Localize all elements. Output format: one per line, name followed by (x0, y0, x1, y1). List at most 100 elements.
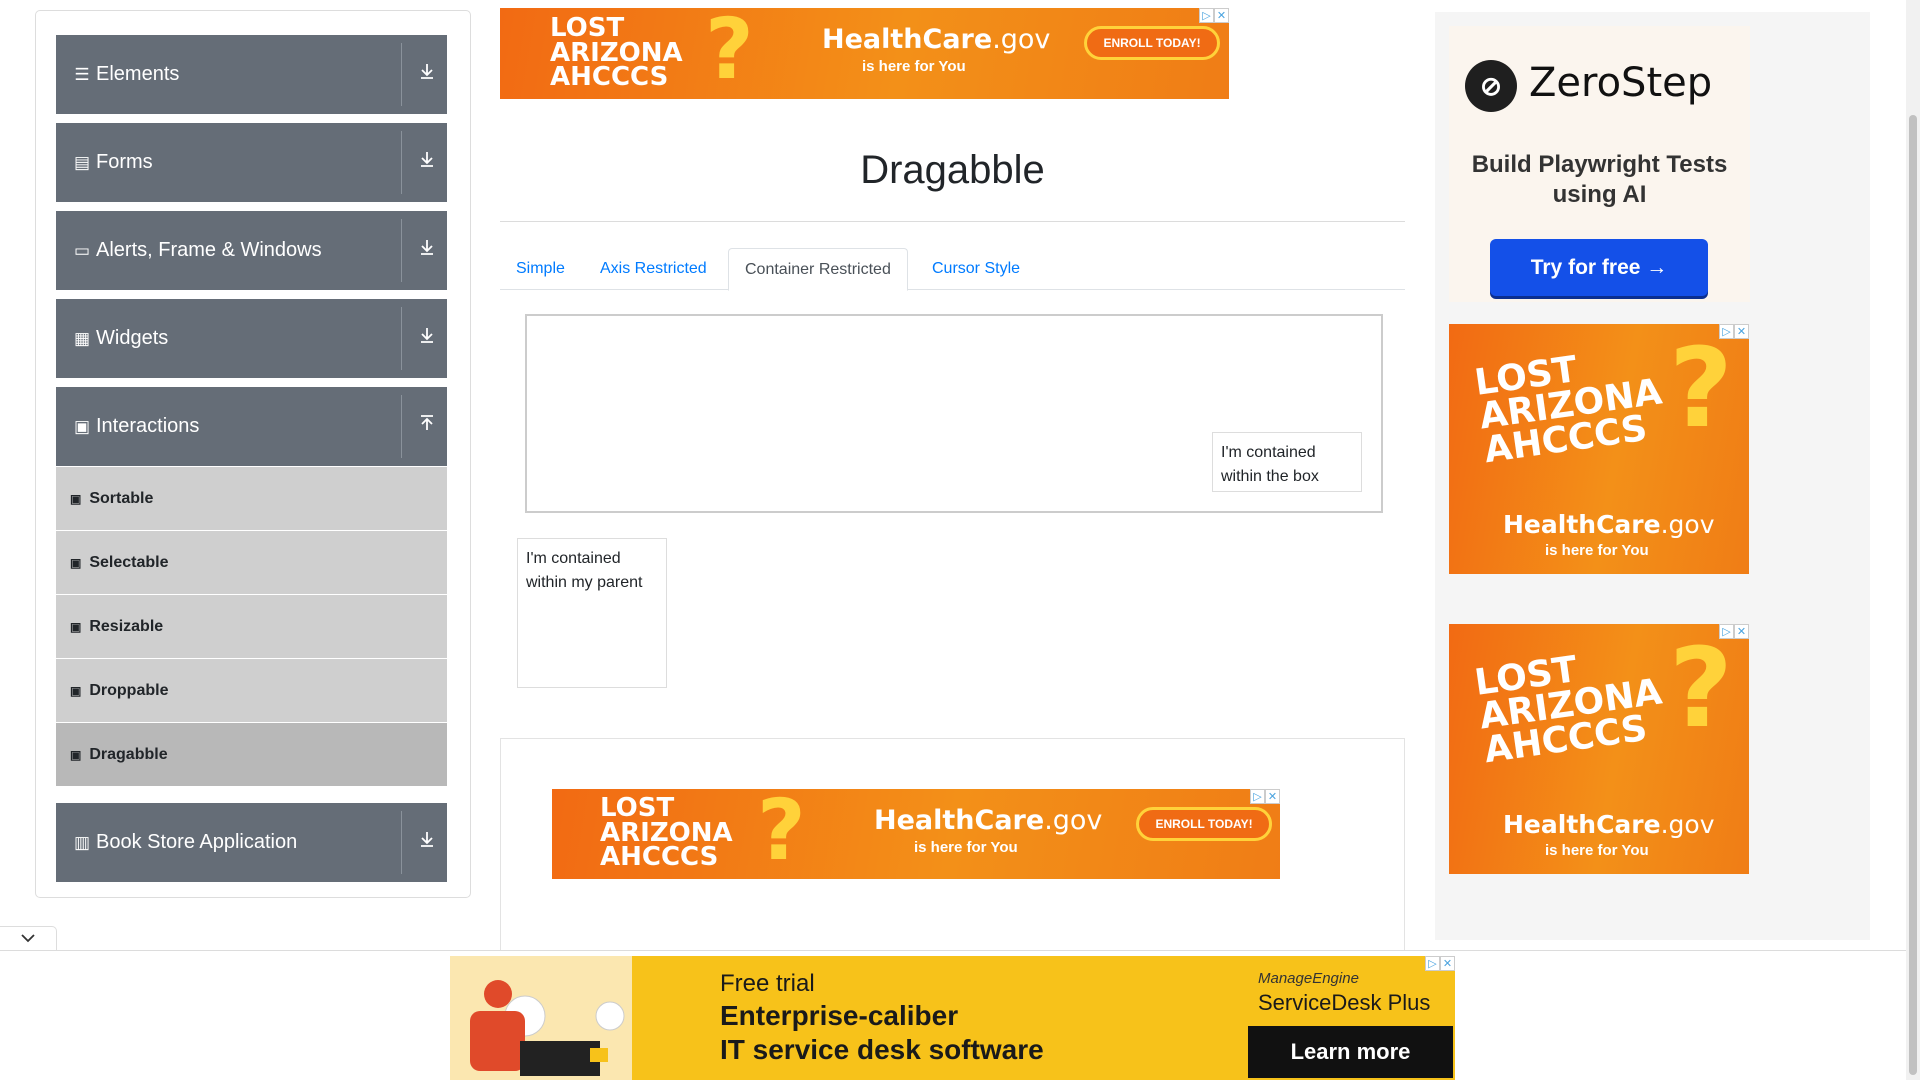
menu-item-droppable[interactable]: ▣ Droppable (56, 659, 447, 723)
page: ☰ Elements ▤ Forms ▭ Alerts, Frame & Win… (0, 0, 1920, 1080)
healthcare-logo: HealthCare.gov (1503, 510, 1714, 539)
divider (401, 219, 402, 282)
try-for-free-button[interactable]: Try for free → (1490, 239, 1708, 296)
divider (401, 131, 402, 194)
adchoices-icon: ▷ (1719, 324, 1734, 339)
group-label: Book Store Application (96, 831, 298, 853)
scrollbar-thumb[interactable] (1909, 115, 1917, 1075)
group-label: Forms (96, 151, 153, 173)
adchoices[interactable]: ▷ ✕ (1719, 324, 1749, 339)
group-interactions[interactable]: ▣ Interactions (56, 387, 447, 466)
ad-text: HealthCare (874, 805, 1045, 836)
book-icon: ▥ (73, 832, 91, 852)
ad-text: Enterprise-caliber (720, 1000, 959, 1031)
group-widgets[interactable]: ▦ Widgets (56, 299, 447, 378)
adchoices[interactable]: ▷ ✕ (1199, 8, 1229, 23)
file-icon: ▣ (70, 491, 82, 506)
ad-banner-top[interactable]: LOST ARIZONA AHCCCS ? HealthCare.gov is … (500, 8, 1229, 99)
learn-more-button[interactable]: Learn more (1248, 1026, 1453, 1078)
menu-item-selectable[interactable]: ▣ Selectable (56, 531, 447, 595)
divider (0, 950, 1920, 951)
ad-banner-middle[interactable]: LOST ARIZONA AHCCCS ? HealthCare.gov is … (552, 789, 1280, 879)
divider (500, 221, 1405, 222)
ad-subline: is here for You (862, 58, 966, 75)
close-icon: ✕ (1734, 324, 1749, 339)
zerostep-logo-icon: ⊘ (1465, 60, 1517, 112)
ad-text: HealthCare (1503, 810, 1661, 839)
divider (401, 811, 402, 874)
form-icon: ▤ (73, 152, 91, 172)
divider (401, 395, 402, 458)
tab-simple[interactable]: Simple (500, 248, 581, 290)
menu-item-label: Dragabble (89, 745, 168, 763)
menu-item-dragabble[interactable]: ▣ Dragabble (56, 723, 447, 787)
ad-sidebar-1[interactable]: LOST ARIZONA AHCCCS ? HealthCare.gov is … (1449, 324, 1749, 574)
healthcare-logo: HealthCare.gov (874, 805, 1102, 836)
ad-sidebar-2[interactable]: LOST ARIZONA AHCCCS ? HealthCare.gov is … (1449, 624, 1749, 874)
file-icon: ▣ (70, 619, 82, 634)
ad-text: .gov (1660, 510, 1715, 539)
divider (401, 307, 402, 370)
tab-axis-restricted[interactable]: Axis Restricted (584, 248, 723, 290)
ad-brand: ServiceDesk Plus (1258, 990, 1431, 1015)
menu-item-label: Sortable (89, 489, 154, 507)
enroll-button[interactable]: ENROLL TODAY! (1136, 807, 1272, 841)
ad-headline: LOST ARIZONA AHCCCS (1472, 342, 1669, 472)
close-icon: ✕ (1734, 624, 1749, 639)
adchoices[interactable]: ▷ ✕ (1719, 624, 1749, 639)
ad-zerostep[interactable]: ⊘ ZeroStep Build Playwright Tests using … (1449, 26, 1750, 302)
draggable-parent: I'm contained within my parent (517, 538, 667, 688)
download-arrow-icon (419, 239, 435, 261)
ad-text: .gov (1660, 810, 1715, 839)
group-label: Interactions (96, 415, 200, 437)
tab-container-restricted[interactable]: Container Restricted (728, 248, 908, 291)
ad-subline: is here for You (1545, 842, 1649, 859)
group-book-store[interactable]: ▥ Book Store Application (56, 803, 447, 882)
adchoices[interactable]: ▷ ✕ (1250, 789, 1280, 804)
ad-headline: LOST ARIZONA AHCCCS (550, 13, 683, 93)
healthcare-logo: HealthCare.gov (1503, 810, 1714, 839)
menu-item-label: Droppable (89, 681, 169, 699)
group-label: Alerts, Frame & Windows (96, 239, 322, 261)
close-icon: ✕ (1440, 956, 1455, 971)
enroll-button[interactable]: ENROLL TODAY! (1084, 26, 1220, 60)
ad-text: LOST (600, 793, 675, 823)
file-icon: ▣ (70, 747, 82, 762)
group-forms[interactable]: ▤ Forms (56, 123, 447, 202)
download-arrow-icon (419, 63, 435, 85)
menu-item-sortable[interactable]: ▣ Sortable (56, 467, 447, 531)
ad-text: HealthCare (822, 24, 993, 55)
vertical-scrollbar[interactable] (1906, 0, 1920, 1080)
download-arrow-icon (419, 327, 435, 349)
ad-headline: LOST ARIZONA AHCCCS (1472, 642, 1669, 772)
draggable-text-contained[interactable]: I'm contained within my parent (518, 539, 666, 603)
ad-illustration (450, 956, 632, 1080)
group-alerts-frame-windows[interactable]: ▭ Alerts, Frame & Windows (56, 211, 447, 290)
ad-brand-small: ManageEngine (1258, 970, 1359, 987)
healthcare-logo: HealthCare.gov (822, 24, 1050, 55)
ad-subline: is here for You (1545, 542, 1649, 559)
chevron-down-icon (20, 930, 36, 948)
divider (401, 43, 402, 106)
draggable-container: I'm contained within the box (525, 314, 1383, 513)
widgets-icon: ▦ (73, 328, 91, 348)
group-elements[interactable]: ☰ Elements (56, 35, 447, 114)
ad-tagline: Build Playwright Tests using AI (1471, 151, 1728, 208)
ad-banner-bottom[interactable]: Free trial Enterprise-caliber IT service… (450, 956, 1455, 1080)
collapse-toggle[interactable] (0, 926, 57, 950)
interactions-icon: ▣ (73, 416, 91, 436)
tab-bar: Simple Axis Restricted Container Restric… (500, 248, 1405, 291)
close-icon: ✕ (1265, 789, 1280, 804)
adchoices-icon: ▷ (1425, 956, 1440, 971)
ad-text: AHCCCS (550, 62, 669, 93)
menu-item-label: Resizable (89, 617, 164, 635)
menu-item-label: Selectable (89, 553, 169, 571)
adchoices[interactable]: ▷ ✕ (1425, 956, 1455, 971)
page-title: Dragabble (860, 148, 1045, 192)
menu-item-resizable[interactable]: ▣ Resizable (56, 595, 447, 659)
adchoices-icon: ▷ (1199, 8, 1214, 23)
upload-arrow-icon (419, 415, 435, 437)
draggable-box-contained[interactable]: I'm contained within the box (1212, 432, 1362, 492)
ad-text: LOST (550, 13, 625, 43)
tab-cursor-style[interactable]: Cursor Style (916, 248, 1036, 290)
